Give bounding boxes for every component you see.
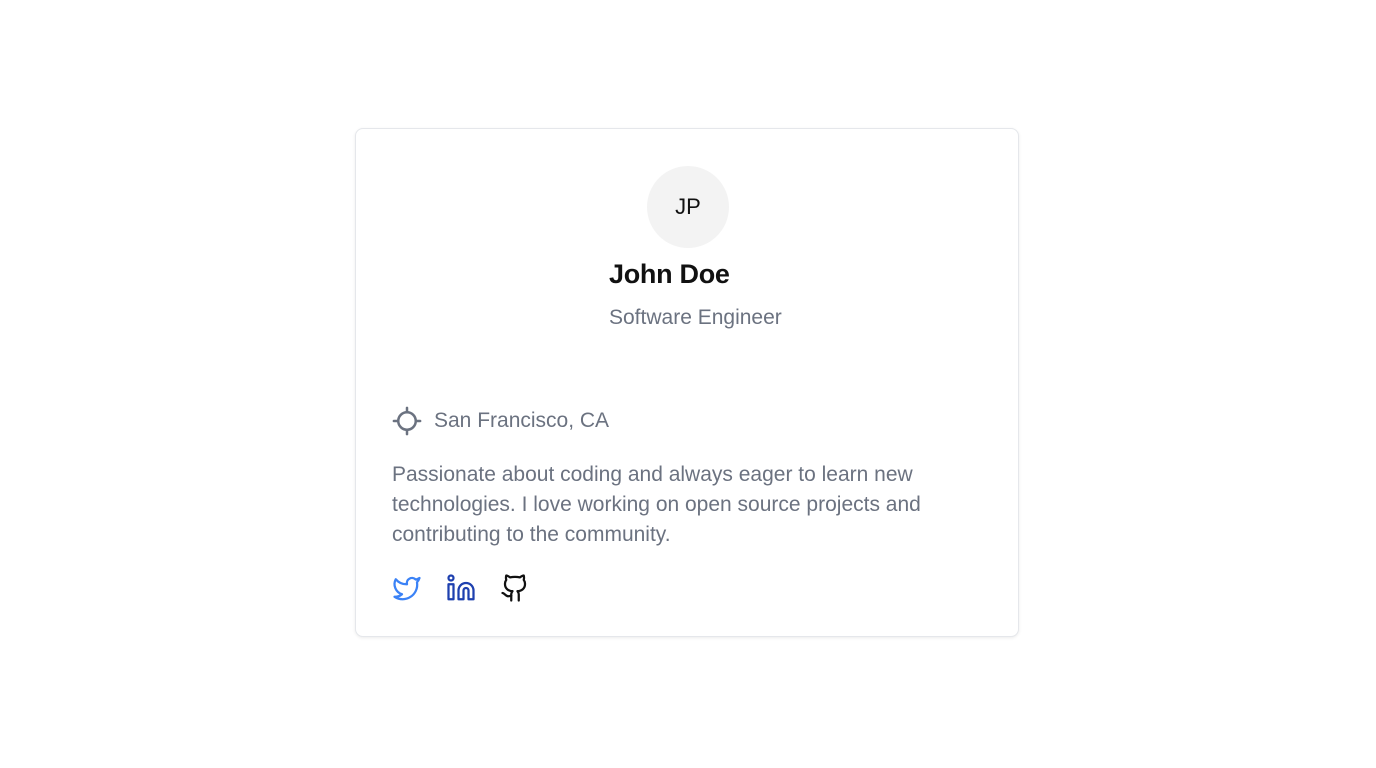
twitter-link[interactable] [392, 573, 422, 603]
profile-title: Software Engineer [609, 306, 782, 329]
crosshair-icon [392, 406, 422, 436]
linkedin-link[interactable] [446, 573, 476, 603]
location-text: San Francisco, CA [434, 409, 610, 432]
profile-bio: Passionate about coding and always eager… [392, 463, 921, 546]
profile-card: JP John Doe Software Engineer San Franci… [355, 128, 1019, 637]
avatar: JP [647, 166, 729, 248]
github-icon [500, 573, 530, 603]
linkedin-icon [446, 573, 476, 603]
social-links [392, 573, 530, 603]
profile-name: John Doe [609, 259, 730, 289]
twitter-icon [392, 573, 422, 603]
avatar-initials: JP [675, 194, 701, 219]
location-row: San Francisco, CA [392, 406, 609, 436]
github-link[interactable] [500, 573, 530, 603]
